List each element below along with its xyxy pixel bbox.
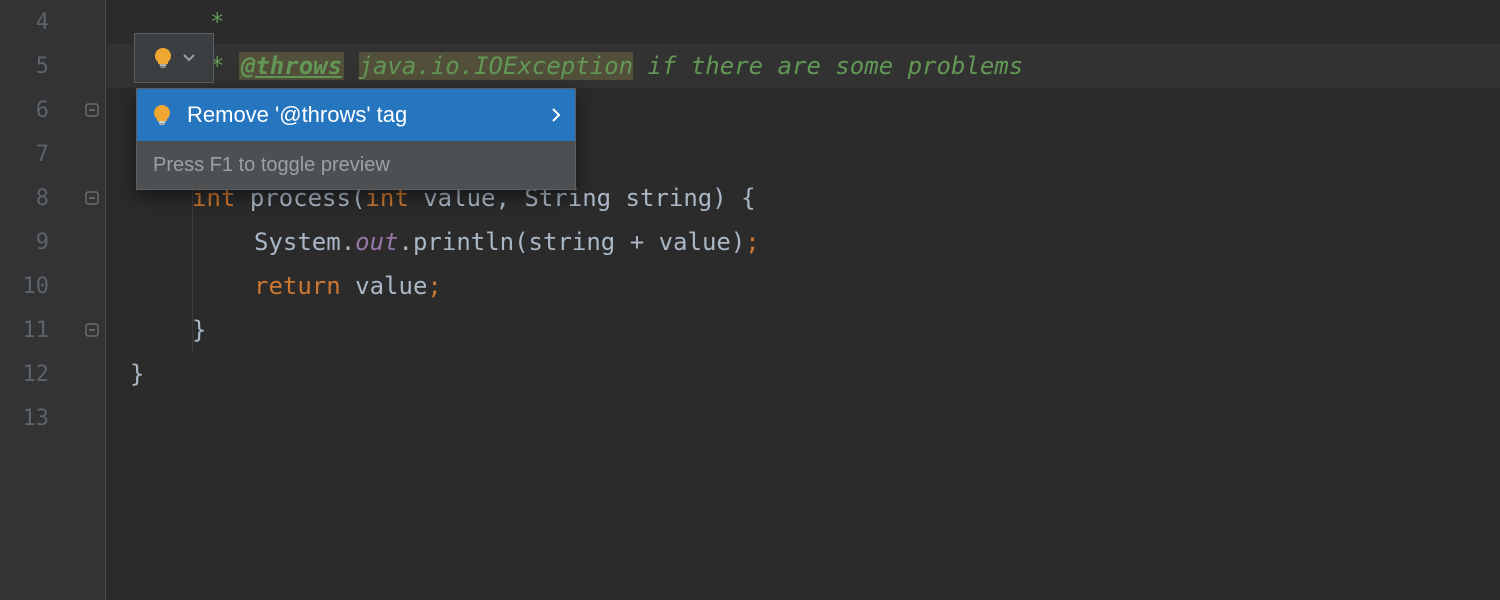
static-field-out: out: [355, 228, 398, 256]
system-ref: System.: [254, 228, 355, 256]
code-line[interactable]: }: [106, 308, 1500, 352]
gutter: 4 5 6 7 8 9 10 11 12 13: [0, 0, 106, 600]
code-line[interactable]: return value ;: [106, 264, 1500, 308]
chevron-right-icon: [551, 102, 561, 128]
line-number[interactable]: 5: [0, 44, 105, 88]
line-number-text: 13: [23, 406, 50, 431]
line-number[interactable]: 10: [0, 264, 105, 308]
indent-guide: [192, 308, 193, 352]
line-number[interactable]: 8: [0, 176, 105, 220]
code-line-current[interactable]: * @throws java.io.IOException if there a…: [106, 44, 1500, 88]
indent-guide: [192, 220, 193, 264]
line-number[interactable]: 9: [0, 220, 105, 264]
line-number-text: 10: [23, 274, 50, 299]
intention-hint: Press F1 to toggle preview: [137, 141, 575, 189]
line-number-text: 7: [36, 142, 49, 167]
line-number[interactable]: 13: [0, 396, 105, 440]
intention-bulb-button[interactable]: [134, 33, 214, 83]
code-line[interactable]: [106, 396, 1500, 440]
bulb-icon: [152, 47, 174, 69]
bulb-icon: [151, 104, 173, 126]
line-number[interactable]: 11: [0, 308, 105, 352]
chevron-down-icon: [182, 51, 196, 65]
line-number-text: 12: [23, 362, 50, 387]
println-call: .println(string + value): [399, 228, 746, 256]
line-number-text: 11: [23, 318, 50, 343]
line-number[interactable]: 7: [0, 132, 105, 176]
code-line[interactable]: *: [106, 0, 1500, 44]
brace-open: {: [741, 184, 755, 212]
line-number-text: 8: [36, 186, 49, 211]
intention-action-remove-throws[interactable]: Remove '@throws' tag: [137, 89, 575, 141]
javadoc-star: *: [210, 52, 239, 80]
line-number-text: 6: [36, 98, 49, 123]
indent-guide: [192, 264, 193, 308]
line-number[interactable]: 12: [0, 352, 105, 396]
code-editor: 4 5 6 7 8 9 10 11 12 13 *: [0, 0, 1500, 600]
code-area[interactable]: * * @throws java.io.IOException if there…: [106, 0, 1500, 600]
intention-hint-text: Press F1 to toggle preview: [153, 154, 390, 177]
brace-close: }: [130, 360, 144, 388]
intention-action-label: Remove '@throws' tag: [187, 102, 407, 128]
javadoc-star: *: [210, 8, 224, 36]
line-number-text: 9: [36, 230, 49, 255]
brace-close: }: [192, 316, 206, 344]
keyword-return: return: [254, 272, 341, 300]
code-line[interactable]: }: [106, 352, 1500, 396]
code-line[interactable]: System. out .println(string + value) ;: [106, 220, 1500, 264]
fold-end-icon[interactable]: [83, 321, 101, 339]
line-number[interactable]: 6: [0, 88, 105, 132]
line-number[interactable]: 4: [0, 0, 105, 44]
intention-popup: Remove '@throws' tag Press F1 to toggle …: [136, 88, 576, 190]
param-name: string: [626, 184, 713, 212]
fold-collapse-icon[interactable]: [83, 101, 101, 119]
line-number-text: 5: [36, 54, 49, 79]
javadoc-throws-tag: @throws: [239, 52, 344, 80]
line-number-text: 4: [36, 10, 49, 35]
semicolon: ;: [745, 228, 759, 256]
fold-collapse-icon[interactable]: [83, 189, 101, 207]
identifier-value: value: [355, 272, 427, 300]
semicolon: ;: [427, 272, 441, 300]
exception-type: java.io.IOException: [359, 52, 634, 80]
text: [344, 52, 358, 80]
javadoc-text: if there are some problems: [633, 52, 1023, 80]
